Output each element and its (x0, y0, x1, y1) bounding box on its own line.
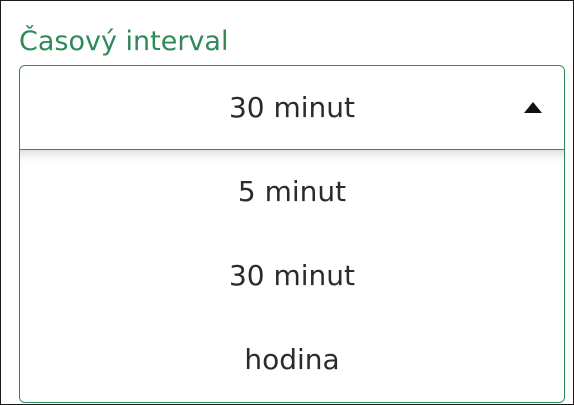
option-hodina[interactable]: hodina (20, 318, 564, 402)
interval-panel: Časový interval 30 minut 5 minut 30 minu… (0, 0, 574, 405)
field-label: Časový interval (19, 26, 229, 57)
caret-up-icon (524, 102, 542, 113)
interval-dropdown[interactable]: 30 minut 5 minut 30 minut hodina (19, 65, 565, 403)
option-30-minut[interactable]: 30 minut (20, 234, 564, 318)
option-5-minut[interactable]: 5 minut (20, 150, 564, 234)
dropdown-options: 5 minut 30 minut hodina (20, 150, 564, 402)
dropdown-trigger[interactable]: 30 minut (20, 66, 564, 150)
selected-value: 30 minut (228, 91, 356, 124)
